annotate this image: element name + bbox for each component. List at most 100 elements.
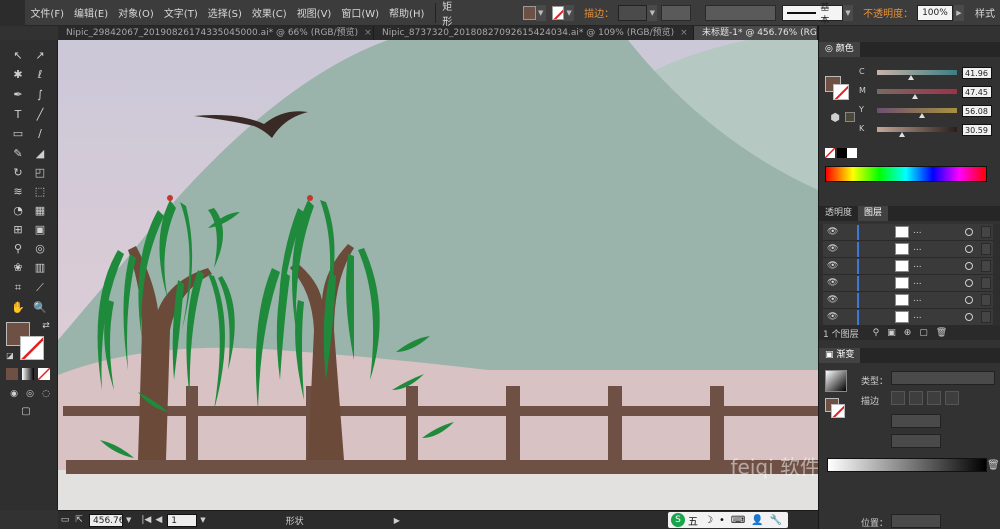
cyan-track[interactable] xyxy=(877,70,957,75)
direct-selection-tool-icon[interactable]: ↗ xyxy=(32,48,48,64)
white-color-swatch[interactable] xyxy=(847,148,857,158)
magenta-value-input[interactable]: 47.45 xyxy=(962,86,992,98)
artboard-nav-icon[interactable]: ▭ xyxy=(58,512,72,528)
stroke-gradient-btn-4[interactable] xyxy=(945,391,959,405)
fill-swatch[interactable] xyxy=(523,5,536,20)
yellow-value-input[interactable]: 56.08 xyxy=(962,105,992,117)
delete-layer-icon[interactable]: 🗑 xyxy=(936,328,947,338)
type-tool-icon[interactable]: T xyxy=(10,107,26,123)
export-icon[interactable]: ⇱ xyxy=(72,512,86,528)
layer-row[interactable]: 👁... xyxy=(823,241,993,258)
cyan-value-input[interactable]: 41.96 xyxy=(962,67,992,79)
cyan-slider[interactable]: C 41.96 xyxy=(859,67,999,80)
black-color-swatch[interactable] xyxy=(837,148,847,158)
mesh-tool-icon[interactable]: ⊞ xyxy=(10,222,26,238)
black-slider[interactable]: K 30.59 xyxy=(859,124,999,137)
ime-keyboard-icon[interactable]: ⌨ xyxy=(731,515,745,526)
visibility-eye-icon[interactable]: 👁 xyxy=(827,311,839,323)
make-clipping-mask-icon[interactable]: ▣ xyxy=(887,328,896,338)
target-icon[interactable] xyxy=(965,245,973,253)
color-stroke-swatch[interactable] xyxy=(833,84,849,100)
new-sublayer-icon[interactable]: ⊕ xyxy=(904,328,912,338)
menu-view[interactable]: 视图(V) xyxy=(292,5,337,20)
lasso-tool-icon[interactable]: ℓ xyxy=(32,67,48,83)
layers-tab[interactable]: 图层 xyxy=(858,206,889,221)
magenta-thumb[interactable] xyxy=(911,94,918,99)
ime-user-icon[interactable]: 👤 xyxy=(751,515,763,526)
menu-object[interactable]: 对象(O) xyxy=(113,5,159,20)
symbol-sprayer-tool-icon[interactable]: ❀ xyxy=(10,260,26,276)
draw-mode-icon[interactable]: ◉ xyxy=(6,386,22,402)
style-label[interactable]: 样式 xyxy=(970,5,1000,20)
variable-width-field[interactable] xyxy=(704,4,777,21)
zoom-dropdown-icon[interactable]: ▼ xyxy=(126,516,131,524)
stroke-gradient-btn-2[interactable] xyxy=(909,391,923,405)
stroke-gradient-btn-1[interactable] xyxy=(891,391,905,405)
out-of-gamut-swatch[interactable] xyxy=(845,112,855,122)
color-panel-tab[interactable]: ◎ 颜色 xyxy=(819,42,860,57)
paintbrush-tool-icon[interactable]: ∕ xyxy=(32,126,48,142)
yellow-track[interactable] xyxy=(877,108,957,113)
default-colors-icon[interactable]: ◪ xyxy=(2,348,18,364)
gradient-tool-icon[interactable]: ▣ xyxy=(32,222,48,238)
menu-effect[interactable]: 效果(C) xyxy=(247,5,292,20)
warp-tool-icon[interactable]: ≋ xyxy=(10,184,26,200)
rectangle-tool-icon[interactable]: ▭ xyxy=(10,126,26,142)
black-thumb[interactable] xyxy=(898,132,905,137)
stroke-weight-input[interactable] xyxy=(618,4,648,21)
target-icon[interactable] xyxy=(965,228,973,236)
none-mode-icon[interactable] xyxy=(38,368,50,380)
layer-row[interactable]: 👁... xyxy=(823,275,993,292)
menu-window[interactable]: 窗口(W) xyxy=(336,5,384,20)
layer-row[interactable]: 👁... xyxy=(823,224,993,241)
pen-tool-icon[interactable]: ✒ xyxy=(10,87,26,103)
artboard-tool-icon[interactable]: ⌗ xyxy=(10,280,26,296)
prev-artboard-icon[interactable]: ◀ xyxy=(155,515,162,525)
transparency-tab[interactable]: 透明度 xyxy=(819,206,858,221)
visibility-eye-icon[interactable]: 👁 xyxy=(827,294,839,306)
selection-tool-icon[interactable]: ↖ xyxy=(10,48,26,64)
layer-row[interactable]: 👁... xyxy=(823,258,993,275)
curvature-tool-icon[interactable]: ∫ xyxy=(32,87,48,103)
target-icon[interactable] xyxy=(965,262,973,270)
black-track[interactable] xyxy=(877,127,957,132)
eraser-tool-icon[interactable]: ◢ xyxy=(32,146,48,162)
target-icon[interactable] xyxy=(965,296,973,304)
fill-dropdown-icon[interactable]: ▼ xyxy=(535,4,546,21)
cyan-thumb[interactable] xyxy=(907,75,914,80)
opacity-label[interactable]: 不透明度： xyxy=(863,5,913,20)
gradient-position-field[interactable] xyxy=(891,514,941,528)
menu-help[interactable]: 帮助(H) xyxy=(384,5,429,20)
layer-row[interactable]: 👁... xyxy=(823,292,993,309)
stroke-label[interactable]: 描边： xyxy=(584,5,614,20)
doc-tab-1[interactable]: Nipic_29842067_20190826174335045000.ai* … xyxy=(58,26,374,40)
gradient-aspect-field[interactable] xyxy=(891,434,941,448)
blend-tool-icon[interactable]: ◎ xyxy=(32,241,48,257)
ime-dot-icon[interactable]: • xyxy=(719,515,725,526)
stroke-gradient-btn-3[interactable] xyxy=(927,391,941,405)
gradient-stroke-swatch[interactable] xyxy=(831,404,845,418)
gradient-panel-tab[interactable]: ▣ 渐变 xyxy=(819,348,861,363)
yellow-thumb[interactable] xyxy=(918,113,925,118)
zoom-tool-icon[interactable]: 🔍 xyxy=(32,300,48,316)
stroke-swatch[interactable] xyxy=(551,5,564,20)
opacity-input[interactable]: 100% xyxy=(917,4,953,21)
slice-tool-icon[interactable]: ⟋ xyxy=(32,280,48,296)
layer-row[interactable]: 👁... xyxy=(823,309,993,326)
magic-wand-tool-icon[interactable]: ✱ xyxy=(10,67,26,83)
menu-file[interactable]: 文件(F) xyxy=(25,5,69,20)
black-value-input[interactable]: 30.59 xyxy=(962,124,992,136)
screen-mode-icon[interactable]: ▢ xyxy=(18,404,34,420)
scale-tool-icon[interactable]: ◰ xyxy=(32,165,48,181)
close-icon[interactable]: × xyxy=(680,28,688,38)
swap-colors-icon[interactable]: ⇄ xyxy=(38,318,54,334)
color-mode-icon[interactable] xyxy=(6,368,18,380)
spectrum-bar[interactable] xyxy=(825,166,987,182)
brush-dropdown-icon[interactable]: ▼ xyxy=(842,4,854,21)
menu-select[interactable]: 选择(S) xyxy=(203,5,247,20)
rotate-tool-icon[interactable]: ↻ xyxy=(10,165,26,181)
brush-style-field[interactable]: 基本 xyxy=(782,3,843,26)
menu-edit[interactable]: 编辑(E) xyxy=(69,5,113,20)
magenta-slider[interactable]: M 47.45 xyxy=(859,86,999,99)
artboard-number-input[interactable]: 1 xyxy=(167,513,198,527)
